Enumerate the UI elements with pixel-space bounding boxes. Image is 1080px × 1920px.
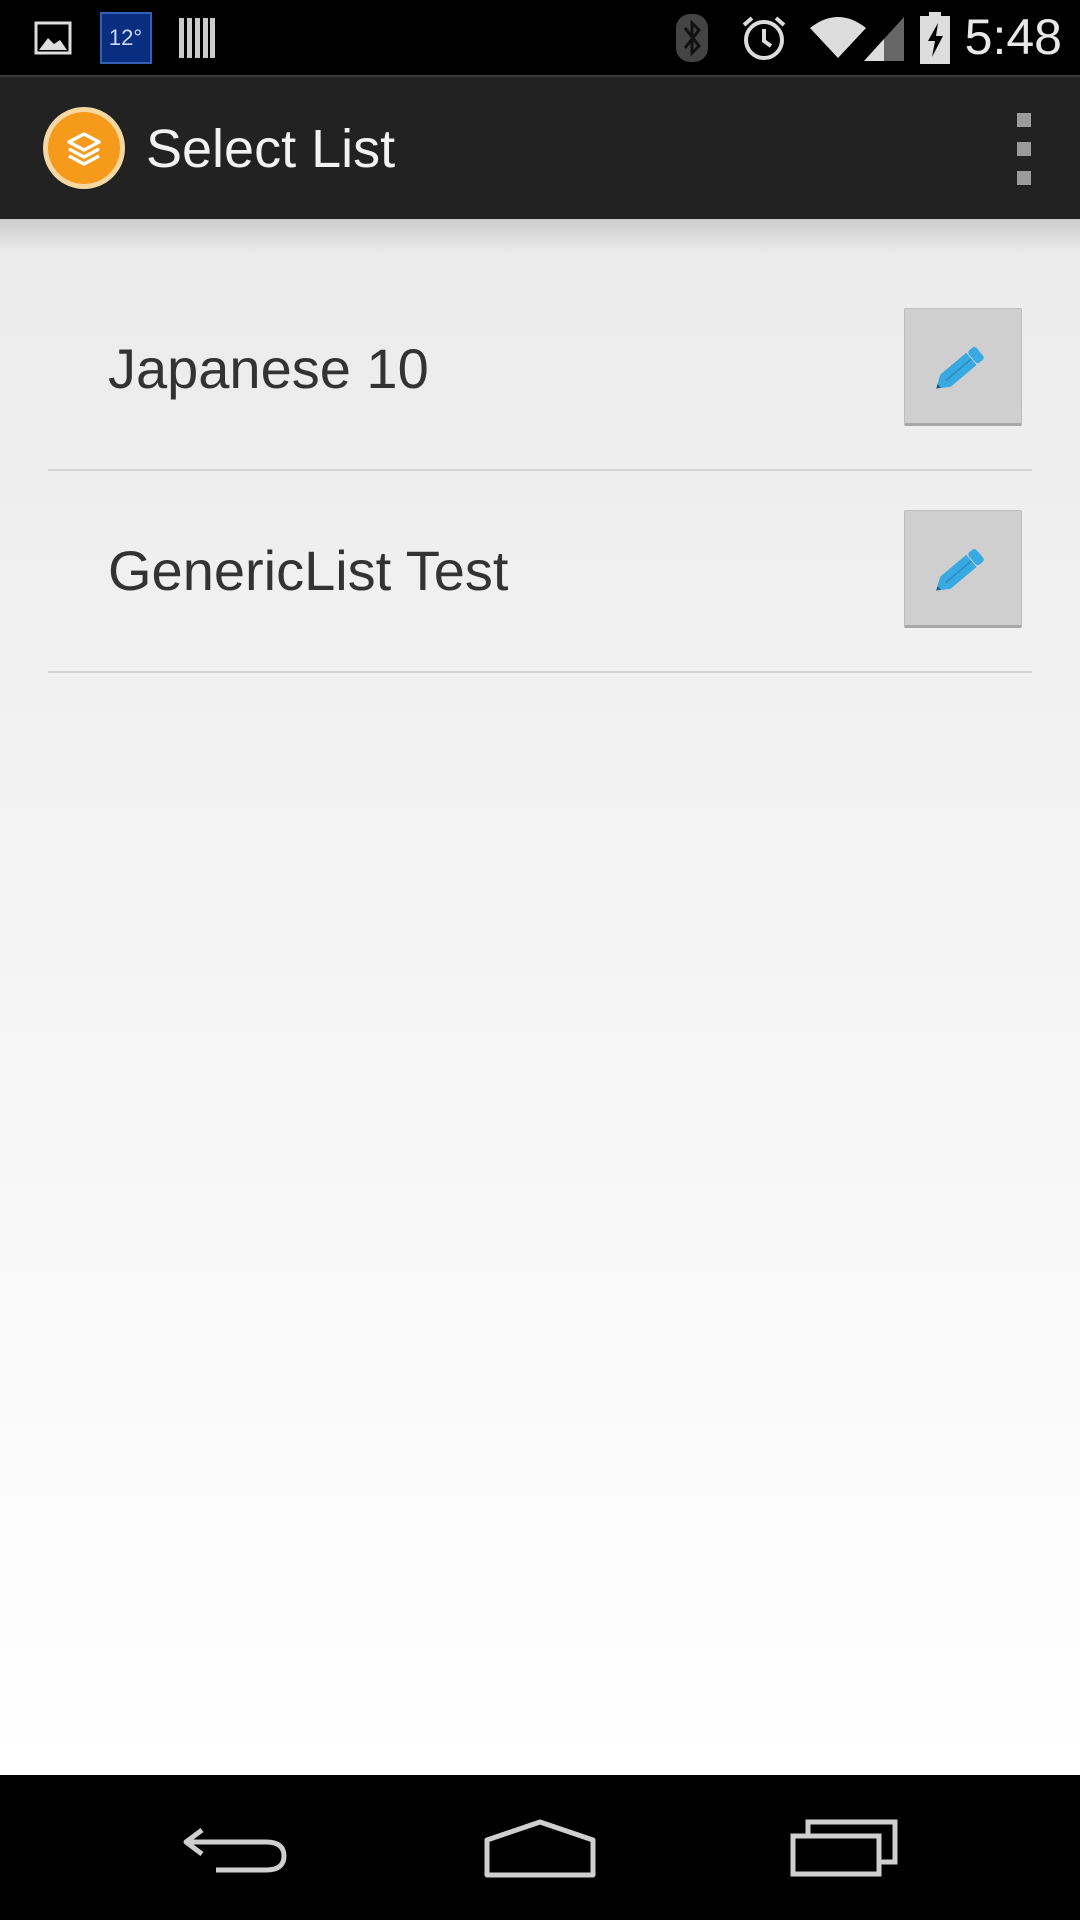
edit-list-button[interactable]: [904, 510, 1022, 628]
recents-icon[interactable]: [780, 1775, 910, 1920]
list-container: Japanese 10 GenericList Test: [0, 219, 1080, 1775]
gallery-icon: [33, 0, 73, 75]
status-time: 5:48: [964, 9, 1062, 65]
action-bar: Select List: [0, 75, 1080, 219]
overflow-menu-icon[interactable]: [996, 113, 1052, 185]
page-title: Select List: [146, 119, 396, 179]
wifi-icon: [808, 0, 868, 75]
navigation-bar: [0, 1775, 1080, 1920]
alarm-icon: [738, 0, 790, 75]
list-item[interactable]: Japanese 10: [48, 269, 1032, 471]
bluetooth-icon: [672, 0, 712, 75]
barcode-icon: [177, 0, 217, 75]
app-logo[interactable]: [42, 106, 126, 190]
home-icon[interactable]: [475, 1775, 605, 1920]
list-item[interactable]: GenericList Test: [48, 471, 1032, 673]
pencil-icon: [936, 346, 984, 389]
weather-icon: 12°: [98, 0, 153, 75]
edit-list-button[interactable]: [904, 308, 1022, 426]
back-icon[interactable]: [170, 1775, 300, 1920]
battery-charging-icon: [918, 0, 952, 75]
status-bar: 12° 5:48: [0, 0, 1080, 75]
list-item-label: GenericList Test: [108, 539, 509, 602]
signal-icon: [862, 0, 906, 75]
weather-temp: 12°: [99, 11, 152, 64]
list-item-label: Japanese 10: [108, 337, 429, 400]
pencil-icon: [936, 548, 984, 591]
